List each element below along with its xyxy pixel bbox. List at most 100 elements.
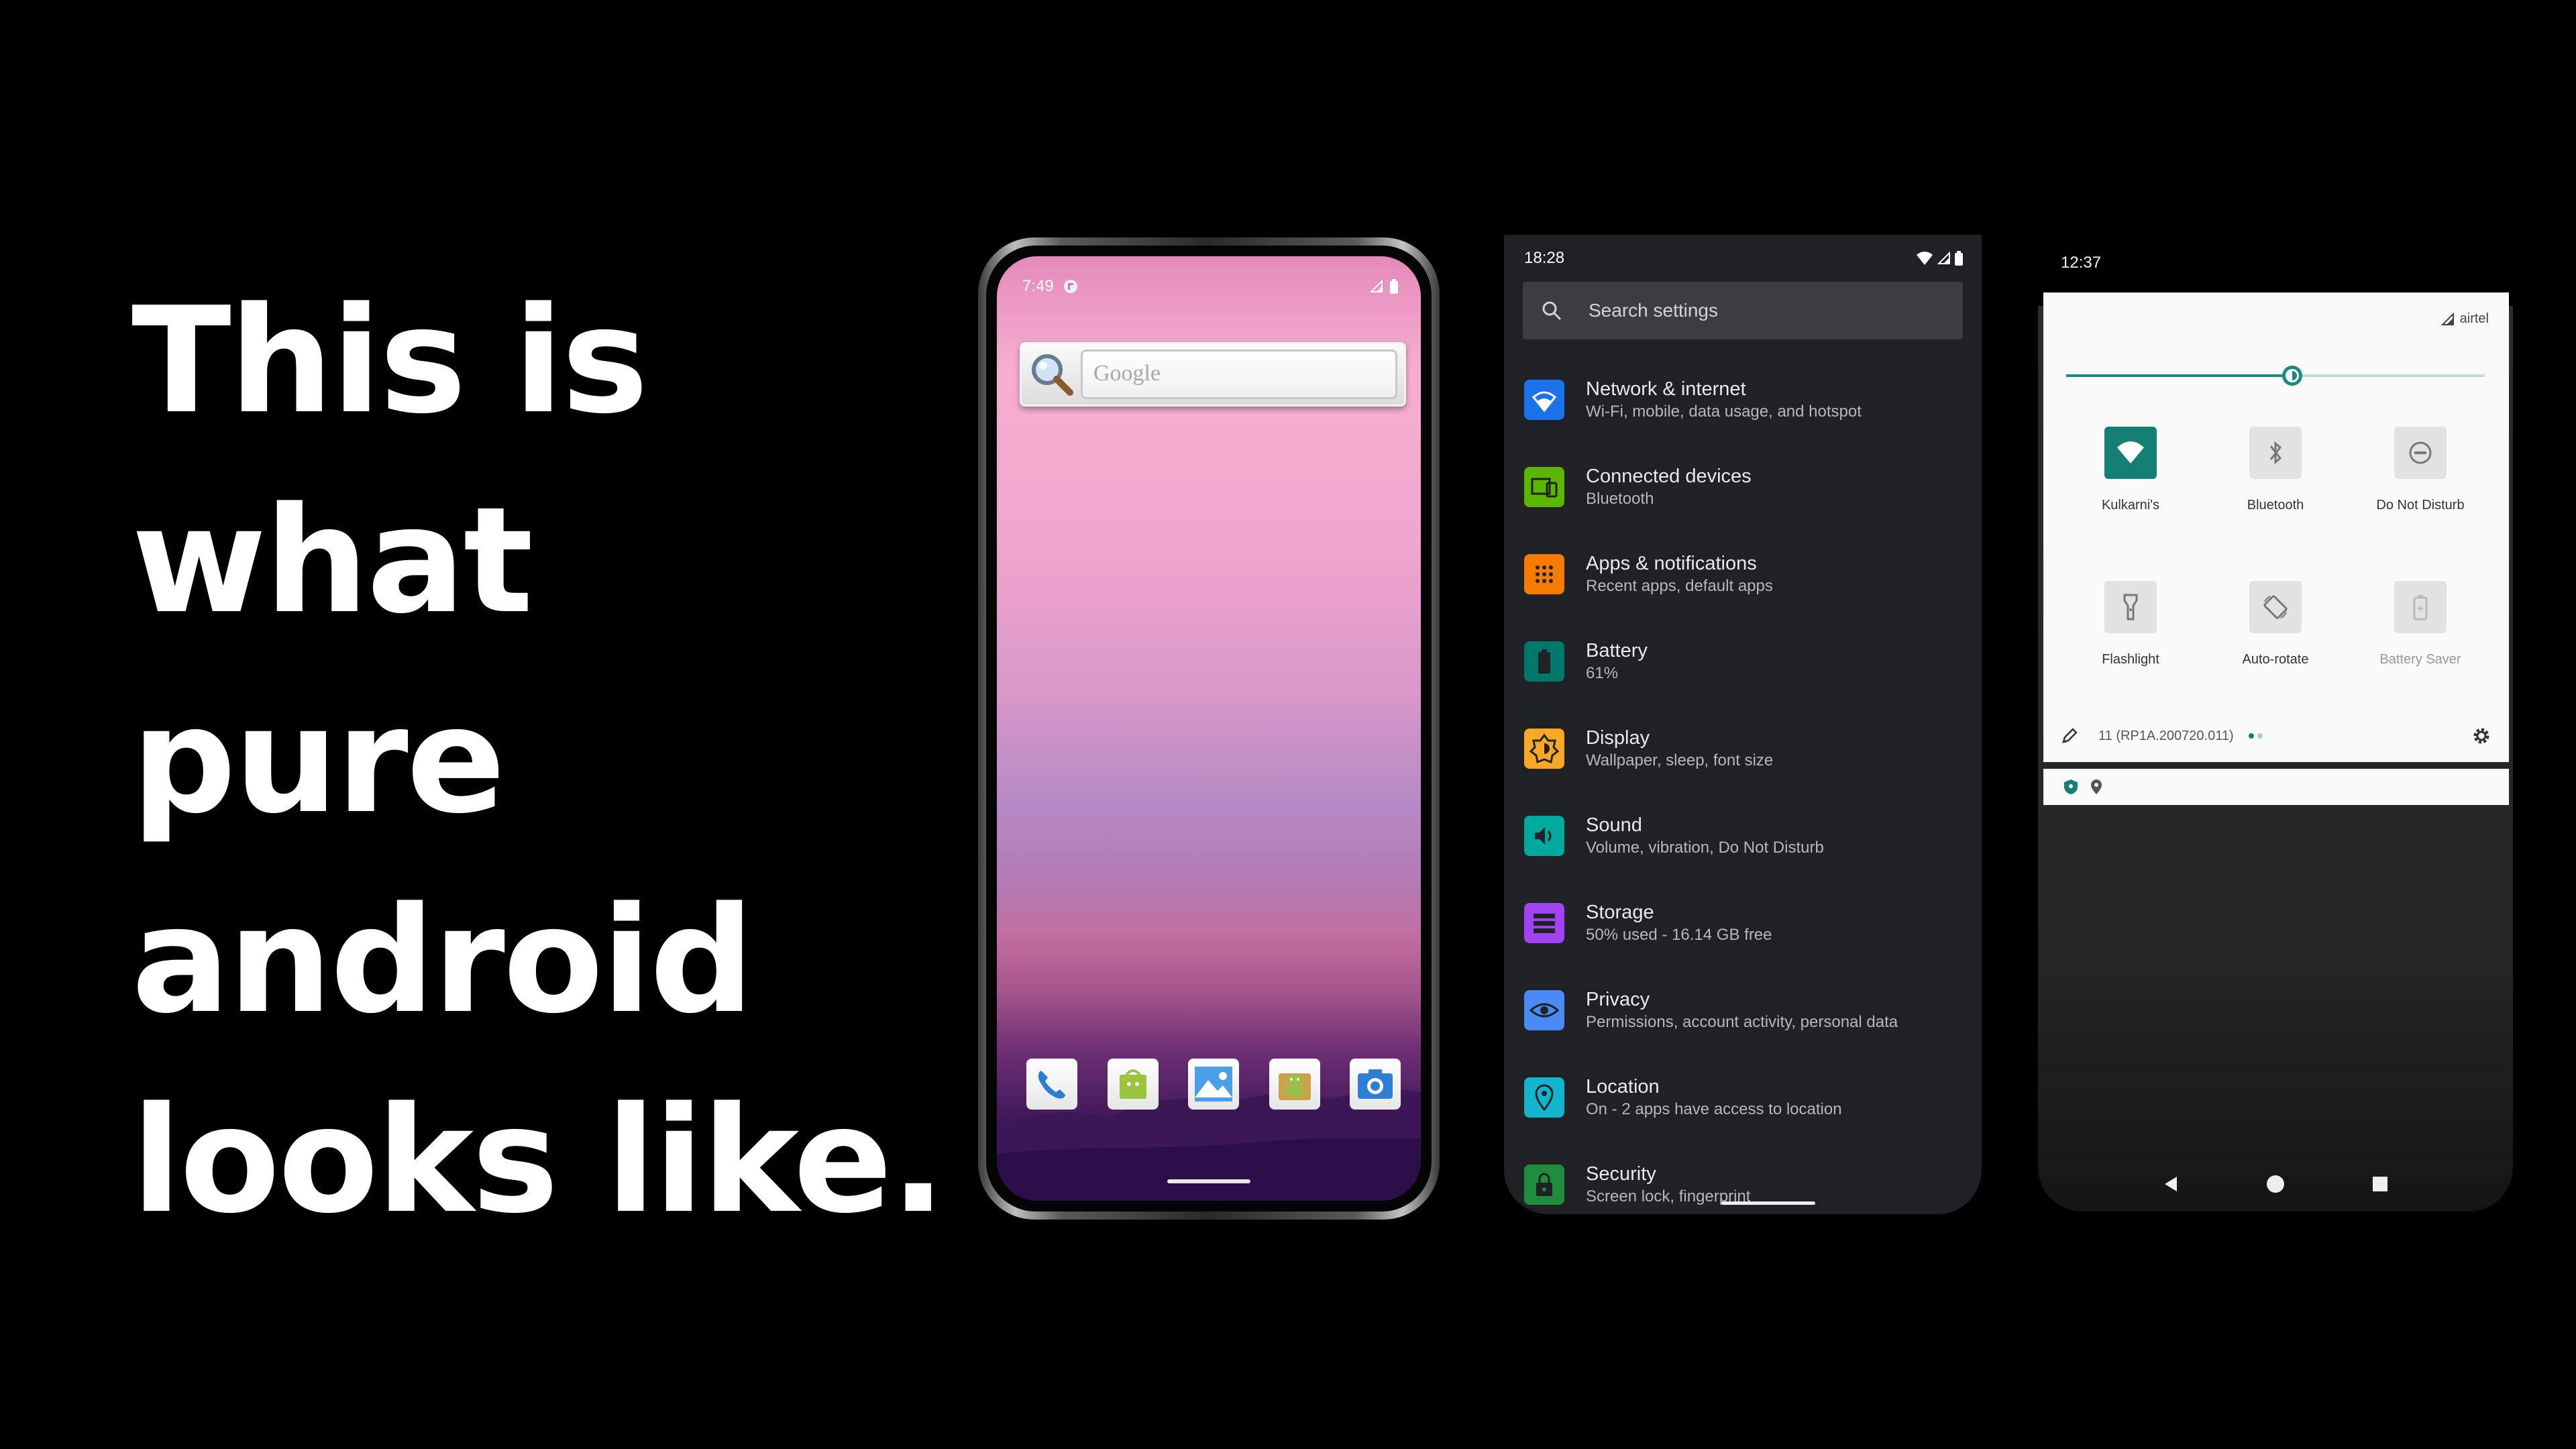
brightness-icon[interactable] [2280,364,2304,388]
bluetooth-icon [2249,427,2302,479]
settings-item-battery[interactable]: Battery 61% [1504,629,1982,716]
market-icon[interactable] [1107,1059,1159,1110]
settings-item-title: Sound [1586,814,1642,836]
phone-quick-settings: 12:37 airtel Kulkarni's Bluetooth Do Not… [2038,239,2513,1212]
settings-item-display[interactable]: Display Wallpaper, sleep, font size [1504,716,1982,804]
tile-battery-saver[interactable]: Battery Saver [2360,581,2481,667]
tile-label: Battery Saver [2379,652,2461,667]
settings-item-subtitle: On - 2 apps have access to location [1586,1100,1842,1118]
notification-strip[interactable] [2043,769,2509,805]
settings-item-storage[interactable]: Storage 50% used - 16.14 GB free [1504,891,1982,978]
status-bar: 18:28 [1504,235,1982,282]
settings-item-subtitle: 61% [1586,664,1619,682]
camera-icon[interactable] [1350,1059,1401,1110]
settings-item-apps[interactable]: Apps & notifications Recent apps, default… [1504,542,1982,629]
google-search-widget[interactable]: Google [1020,342,1406,407]
tile-bluetooth[interactable]: Bluetooth [2215,427,2336,513]
settings-item-title: Privacy [1586,989,1650,1010]
search-settings-label: Search settings [1589,300,1718,321]
quick-settings-panel: airtel Kulkarni's Bluetooth Do Not Distu… [2043,292,2509,762]
signal-icon [1370,280,1383,292]
tile-do-not-disturb[interactable]: Do Not Disturb [2360,427,2481,513]
phone-home-screen: 7:49 Google [978,237,1440,1220]
settings-item-title: Battery [1586,640,1648,661]
phone-settings-screen: 18:28 Search settings Network & internet… [1504,235,1982,1214]
settings-item-title: Apps & notifications [1586,553,1757,574]
gear-icon[interactable] [2471,726,2491,746]
recents-icon[interactable] [2370,1174,2390,1194]
tile-label: Do Not Disturb [2376,498,2465,513]
settings-item-title: Display [1586,727,1650,749]
headline-line-5: looks like. [131,1076,946,1246]
rotate-icon [2249,581,2302,633]
settings-item-title: Security [1586,1163,1656,1185]
wifi-icon [2104,427,2157,479]
quick-settings-footer: 11 (RP1A.200720.011) [2043,719,2509,753]
tile-label: Kulkarni's [2101,498,2160,513]
build-number: 11 (RP1A.200720.011) [2098,728,2234,743]
settings-item-subtitle: Wi-Fi, mobile, data usage, and hotspot [1586,402,1862,421]
gallery-icon[interactable] [1188,1059,1239,1110]
settings-item-location[interactable]: Location On - 2 apps have access to locat… [1504,1065,1982,1152]
location-icon [2091,780,2102,794]
google-search-input[interactable]: Google [1081,350,1397,399]
settings-item-subtitle: 50% used - 16.14 GB free [1586,926,1772,944]
edit-icon[interactable] [2061,727,2078,745]
wifi-status-icon [1917,252,1933,265]
settings-item-sound[interactable]: Sound Volume, vibration, Do Not Disturb [1504,804,1982,891]
gesture-nav-pill[interactable] [1721,1201,1815,1205]
shield-icon [2064,780,2078,794]
settings-list: Network & internet Wi-Fi, mobile, data us… [1504,368,1982,1214]
settings-item-privacy[interactable]: Privacy Permissions, account activity, pe… [1504,978,1982,1065]
devices-icon [1524,467,1564,507]
app-dock [1026,1059,1401,1112]
tile-label: Bluetooth [2247,498,2304,513]
headline-line-2: what [131,476,533,646]
tile-label: Auto-rotate [2242,652,2309,667]
battery-icon [1390,279,1398,294]
settings-item-subtitle: Bluetooth [1586,490,1654,508]
status-time: 12:37 [2061,254,2102,272]
home-icon[interactable] [2265,1174,2286,1194]
headline: This is what pure android looks like. [131,262,970,1261]
brightness-fill [2066,374,2292,377]
status-bar: 7:49 [1022,276,1398,297]
phone-icon[interactable] [1026,1059,1077,1110]
dnd-icon [2394,427,2447,479]
magnifier-icon [1028,351,1075,398]
settings-item-subtitle: Wallpaper, sleep, font size [1586,751,1774,769]
carrier-name: airtel [2459,311,2489,326]
battery-icon [1955,251,1963,266]
tile-wifi[interactable]: Kulkarni's [2070,427,2191,513]
tile-flashlight[interactable]: Flashlight [2070,581,2191,667]
apps-icon [1524,554,1564,594]
page-indicator [2248,733,2263,739]
back-icon[interactable] [2161,1174,2181,1194]
privacy-icon [1524,990,1564,1030]
settings-item-title: Connected devices [1586,466,1752,487]
search-settings-input[interactable]: Search settings [1523,282,1963,339]
settings-item-subtitle: Volume, vibration, Do Not Disturb [1586,839,1824,857]
carrier-label: airtel [2440,311,2489,327]
brightness-slider[interactable] [2066,366,2485,386]
settings-item-security[interactable]: Security Screen lock, fingerprint [1504,1152,1982,1214]
settings-item-connected-devices[interactable]: Connected devices Bluetooth [1504,455,1982,542]
settings-item-network[interactable]: Network & internet Wi-Fi, mobile, data us… [1504,368,1982,455]
navigation-bar [2038,1167,2513,1201]
notification-icon [1063,280,1077,293]
flashlight-icon [2104,581,2157,633]
tile-label: Flashlight [2102,652,2159,667]
settings-item-subtitle: Permissions, account activity, personal … [1586,1013,1898,1031]
status-time: 18:28 [1524,249,1565,267]
android-market-icon[interactable] [1269,1059,1320,1110]
headline-line-1: This is [131,276,649,446]
tile-auto-rotate[interactable]: Auto-rotate [2215,581,2336,667]
settings-item-title: Network & internet [1586,378,1746,400]
display-icon [1524,729,1564,769]
signal-icon [1937,252,1950,264]
settings-item-title: Location [1586,1076,1660,1097]
signal-icon [2440,312,2454,325]
lock-icon [1524,1165,1564,1205]
settings-item-title: Storage [1586,902,1654,923]
gesture-nav-pill[interactable] [1167,1179,1250,1183]
